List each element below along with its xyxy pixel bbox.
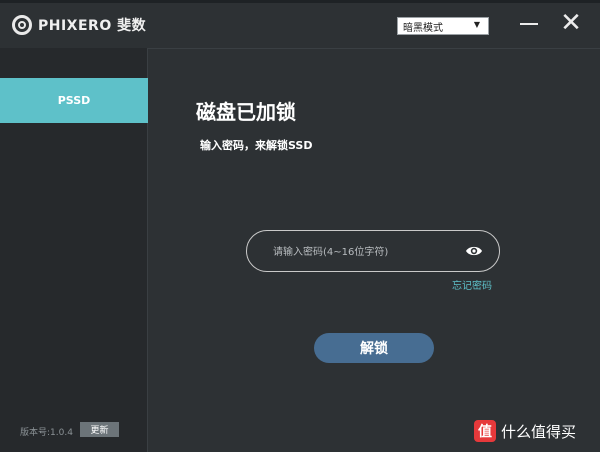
sidebar-item-label: PSSD	[57, 94, 91, 107]
unlock-button[interactable]: 解锁	[314, 333, 434, 363]
watermark: 值 什么值得买	[474, 420, 576, 442]
eye-icon[interactable]	[465, 244, 483, 258]
update-button[interactable]: 更新	[80, 422, 119, 437]
phixero-logo-icon	[12, 15, 32, 35]
sidebar: PSSD 版本号:1.0.4 更新	[0, 48, 148, 452]
page-subtitle: 输入密码，来解锁SSD	[200, 139, 313, 152]
page-title: 磁盘已加锁	[196, 100, 296, 124]
close-button[interactable]: ✕	[559, 10, 583, 36]
unlock-button-label: 解锁	[360, 341, 388, 357]
sidebar-item-pssd[interactable]: PSSD	[0, 78, 148, 123]
forgot-password-link[interactable]: 忘记密码	[452, 277, 492, 292]
dropdown-arrow-icon: ▼	[473, 20, 480, 29]
close-icon: ✕	[560, 8, 582, 38]
watermark-text: 什么值得买	[501, 422, 577, 441]
theme-select[interactable]: 暗黑模式 ▼	[397, 17, 489, 35]
update-button-label: 更新	[90, 426, 109, 436]
brand-logo: PHIXERO 斐数	[12, 15, 146, 35]
title-bar: PHIXERO 斐数 暗黑模式 ▼ ✕	[0, 0, 600, 49]
app-window: PHIXERO 斐数 暗黑模式 ▼ ✕ PSSD 版本号:1.0.4 更新 磁盘…	[0, 0, 600, 452]
version-text: 版本号:1.0.4	[20, 428, 73, 438]
minimize-icon	[520, 23, 538, 25]
brand-name: PHIXERO 斐数	[38, 18, 147, 34]
theme-select-value: 暗黑模式	[403, 22, 443, 34]
watermark-logo: 值	[474, 420, 496, 442]
minimize-button[interactable]	[517, 12, 541, 36]
password-input[interactable]	[271, 242, 465, 262]
password-field[interactable]	[246, 230, 500, 272]
top-strip	[0, 0, 600, 3]
